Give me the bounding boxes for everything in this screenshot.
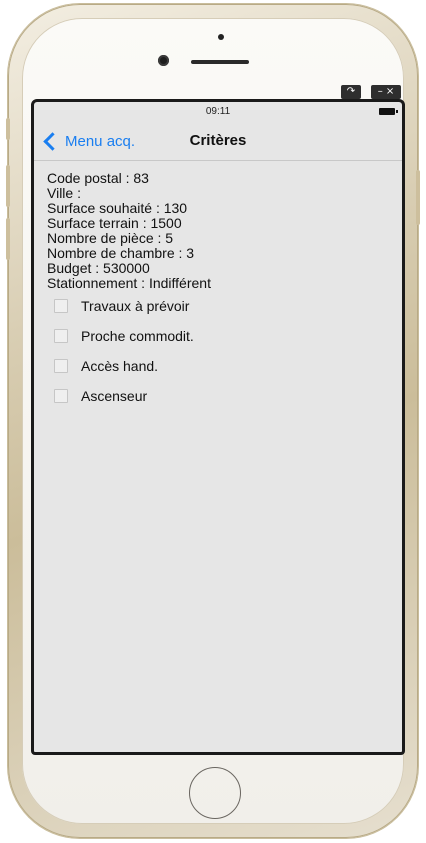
option-label: Ascenseur: [81, 388, 148, 404]
front-camera-icon: [158, 55, 169, 66]
minimize-icon[interactable]: –: [378, 86, 383, 97]
navigation-bar: Menu acq. Critères: [34, 122, 402, 161]
checkbox[interactable]: [54, 299, 68, 313]
criteria-room-count: Nombre de pièce : 5: [47, 230, 174, 246]
volume-up-button: [6, 165, 10, 207]
checkbox[interactable]: [54, 389, 68, 403]
status-time: 09:11: [205, 106, 231, 117]
close-icon[interactable]: ×: [386, 86, 394, 97]
status-bar: 09:11: [34, 102, 402, 122]
checkbox[interactable]: [54, 359, 68, 373]
criteria-land-surface: Surface terrain : 1500: [47, 215, 182, 231]
battery-icon: [379, 108, 398, 115]
option-acces-handicape[interactable]: Accès hand.: [47, 351, 394, 381]
option-label: Proche commodit.: [81, 328, 194, 344]
criteria-city: Ville :: [47, 185, 81, 201]
criteria-desired-surface: Surface souhaité : 130: [47, 200, 188, 216]
option-proche-commodites[interactable]: Proche commodit.: [47, 321, 394, 351]
mute-switch: [6, 118, 10, 140]
criteria-content: Code postal : 83 Ville : Surface souhait…: [47, 171, 394, 411]
criteria-bedroom-count: Nombre de chambre : 3: [47, 245, 195, 261]
volume-down-button: [6, 218, 10, 260]
rotate-icon[interactable]: ↷: [341, 85, 361, 99]
proximity-sensor: [218, 34, 224, 40]
earpiece-speaker: [191, 60, 249, 64]
checkbox[interactable]: [54, 329, 68, 343]
window-controls[interactable]: – ×: [371, 85, 401, 99]
criteria-postal-code: Code postal : 83: [47, 170, 149, 186]
power-button: [416, 170, 420, 225]
device-screen: 09:11 Menu acq. Critères Code postal : 8…: [31, 99, 405, 755]
option-travaux[interactable]: Travaux à prévoir: [47, 291, 394, 321]
page-title: Critères: [189, 132, 247, 149]
option-label: Travaux à prévoir: [81, 298, 190, 314]
option-label: Accès hand.: [81, 358, 159, 374]
criteria-parking: Stationnement : Indifférent: [47, 275, 211, 291]
criteria-budget: Budget : 530000: [47, 260, 150, 276]
home-button[interactable]: [189, 767, 241, 819]
option-ascenseur[interactable]: Ascenseur: [47, 381, 394, 411]
